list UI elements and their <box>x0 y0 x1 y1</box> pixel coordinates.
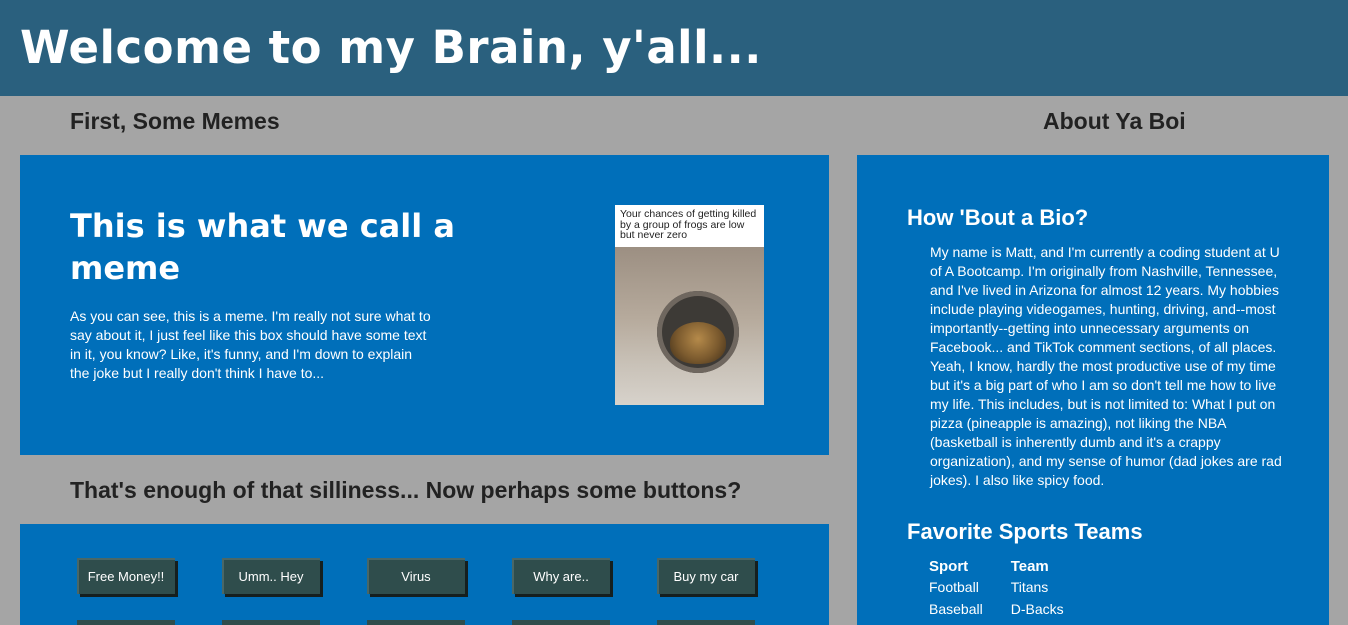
sports-teams-heading: Favorite Sports Teams <box>907 519 1143 544</box>
button-row-2-partial <box>222 620 320 625</box>
frog-graphic <box>670 322 726 364</box>
page-header: Welcome to my Brain, y'all... <box>0 0 1348 96</box>
buttons-heading: That's enough of that silliness... Now p… <box>70 477 742 503</box>
table-header-row: Sport Team <box>927 558 1090 578</box>
table-header-team: Team <box>1010 558 1049 575</box>
button-row-2-partial <box>512 620 610 625</box>
table-cell-sport: Baseball <box>929 601 983 617</box>
about-heading: About Ya Boi <box>1043 108 1186 134</box>
page-title: Welcome to my Brain, y'all... <box>20 21 762 74</box>
table-row: Football Titans <box>927 578 1090 600</box>
meme-card-text: As you can see, this is a meme. I'm real… <box>70 308 431 381</box>
buy-my-car-button[interactable]: Buy my car <box>657 558 755 594</box>
button-row-2-partial <box>657 620 755 625</box>
frog-meme-image: Your chances of getting killed by a grou… <box>615 205 764 405</box>
button-row-2-partial <box>77 620 175 625</box>
virus-button[interactable]: Virus <box>367 558 465 594</box>
bio-heading: How 'Bout a Bio? <box>907 205 1089 230</box>
memes-heading: First, Some Memes <box>70 108 280 134</box>
button-row-2-partial <box>367 620 465 625</box>
meme-card-title: This is what we call a meme <box>70 207 455 287</box>
bio-text: My name is Matt, and I'm currently a cod… <box>930 244 1282 488</box>
umm-hey-button[interactable]: Umm.. Hey <box>222 558 320 594</box>
table-cell-sport: Football <box>929 579 979 595</box>
table-cell-team: Titans <box>1010 579 1049 595</box>
table-cell-team: D-Backs <box>1010 601 1064 617</box>
free-money-button[interactable]: Free Money!! <box>77 558 175 594</box>
buttons-card: Free Money!! Umm.. Hey Virus Why are.. B… <box>20 524 829 625</box>
meme-photo <box>615 247 764 405</box>
sports-teams-table: Sport Team Football Titans Baseball D-Ba… <box>927 558 1090 622</box>
table-header-sport: Sport <box>929 558 969 575</box>
meme-card: This is what we call a meme As you can s… <box>20 155 829 455</box>
meme-image-caption: Your chances of getting killed by a grou… <box>620 208 757 241</box>
why-are-button[interactable]: Why are.. <box>512 558 610 594</box>
about-card: How 'Bout a Bio? My name is Matt, and I'… <box>857 155 1329 625</box>
table-row: Baseball D-Backs <box>927 600 1090 622</box>
